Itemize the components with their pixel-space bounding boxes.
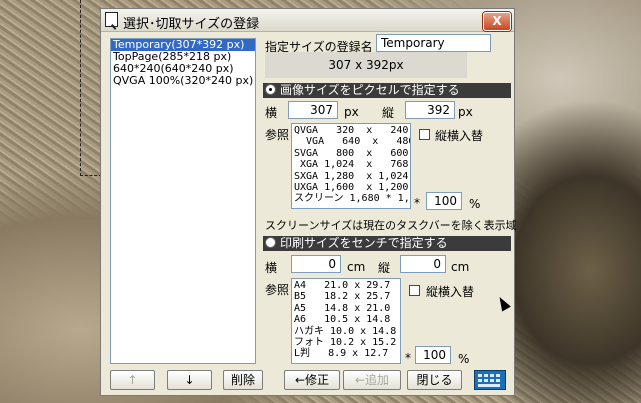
- close-button[interactable]: 閉じる: [407, 370, 462, 390]
- pixel-section-header[interactable]: 画像サイズをピクセルで指定する: [263, 83, 511, 98]
- pixel-scale-input[interactable]: 100: [426, 192, 462, 210]
- pixel-width-unit: px: [344, 105, 359, 119]
- pixel-swap-label: 縦横入替: [435, 129, 484, 143]
- size-display: 307 x 392px: [265, 52, 467, 78]
- print-ref-list[interactable]: A4 21.0 x 29.7 B5 18.2 x 25.7 A5 14.8 x …: [291, 278, 401, 364]
- size-list[interactable]: Temporary(307*392 px) TopPage(285*218 px…: [110, 38, 256, 364]
- pixel-height-label: 縦: [382, 106, 395, 120]
- print-width-unit: cm: [347, 260, 366, 274]
- title-bar: 選択･切取サイズの登録 X: [101, 9, 514, 32]
- list-item[interactable]: QVGA 100%(320*240 px): [111, 75, 255, 87]
- pixel-width-input[interactable]: 307: [288, 101, 338, 119]
- pixel-height-input[interactable]: 392: [405, 101, 455, 119]
- print-height-unit: cm: [451, 260, 470, 274]
- keyboard-icon[interactable]: [474, 370, 506, 390]
- screen-size-note: スクリーンサイズは現在のタスクバーを除く表示域: [265, 219, 517, 232]
- size-registration-dialog: 選択･切取サイズの登録 X Temporary(307*392 px) TopP…: [100, 8, 517, 396]
- print-scale-unit: %: [458, 352, 470, 366]
- pixel-ref-list[interactable]: QVGA 320 x 240 VGA 640 x 480 SVGA 800 x …: [291, 123, 411, 209]
- print-width-input[interactable]: 0: [291, 255, 341, 273]
- print-width-label: 横: [265, 261, 278, 275]
- print-ref-label: 参照: [265, 283, 290, 297]
- print-height-label: 縦: [378, 261, 391, 275]
- print-swap-label: 縦横入替: [426, 285, 475, 299]
- pixel-width-label: 横: [265, 106, 278, 120]
- pixel-radio[interactable]: [265, 84, 276, 95]
- pixel-height-unit: px: [458, 105, 473, 119]
- pixel-scale-unit: %: [469, 197, 481, 211]
- pixel-ref-label: 参照: [265, 128, 290, 142]
- add-button[interactable]: ←追加: [343, 370, 401, 390]
- pixel-swap-checkbox[interactable]: [419, 129, 430, 140]
- move-up-button[interactable]: ↑: [110, 370, 155, 390]
- print-radio[interactable]: [265, 237, 276, 248]
- print-scale-input[interactable]: 100: [415, 346, 451, 364]
- modify-button[interactable]: ←修正: [284, 370, 340, 390]
- delete-button[interactable]: 削除: [223, 370, 263, 390]
- window-title: 選択･切取サイズの登録: [123, 17, 260, 32]
- print-section-header[interactable]: 印刷サイズをセンチで指定する: [263, 236, 511, 251]
- pixel-mult-symbol: *: [414, 196, 420, 210]
- close-window-button[interactable]: X: [483, 12, 511, 31]
- print-mult-symbol: *: [405, 351, 411, 365]
- app-icon: [105, 12, 118, 27]
- move-down-button[interactable]: ↓: [167, 370, 212, 390]
- print-swap-checkbox[interactable]: [409, 285, 420, 296]
- print-height-input[interactable]: 0: [400, 255, 446, 273]
- name-input[interactable]: Temporary: [376, 34, 491, 52]
